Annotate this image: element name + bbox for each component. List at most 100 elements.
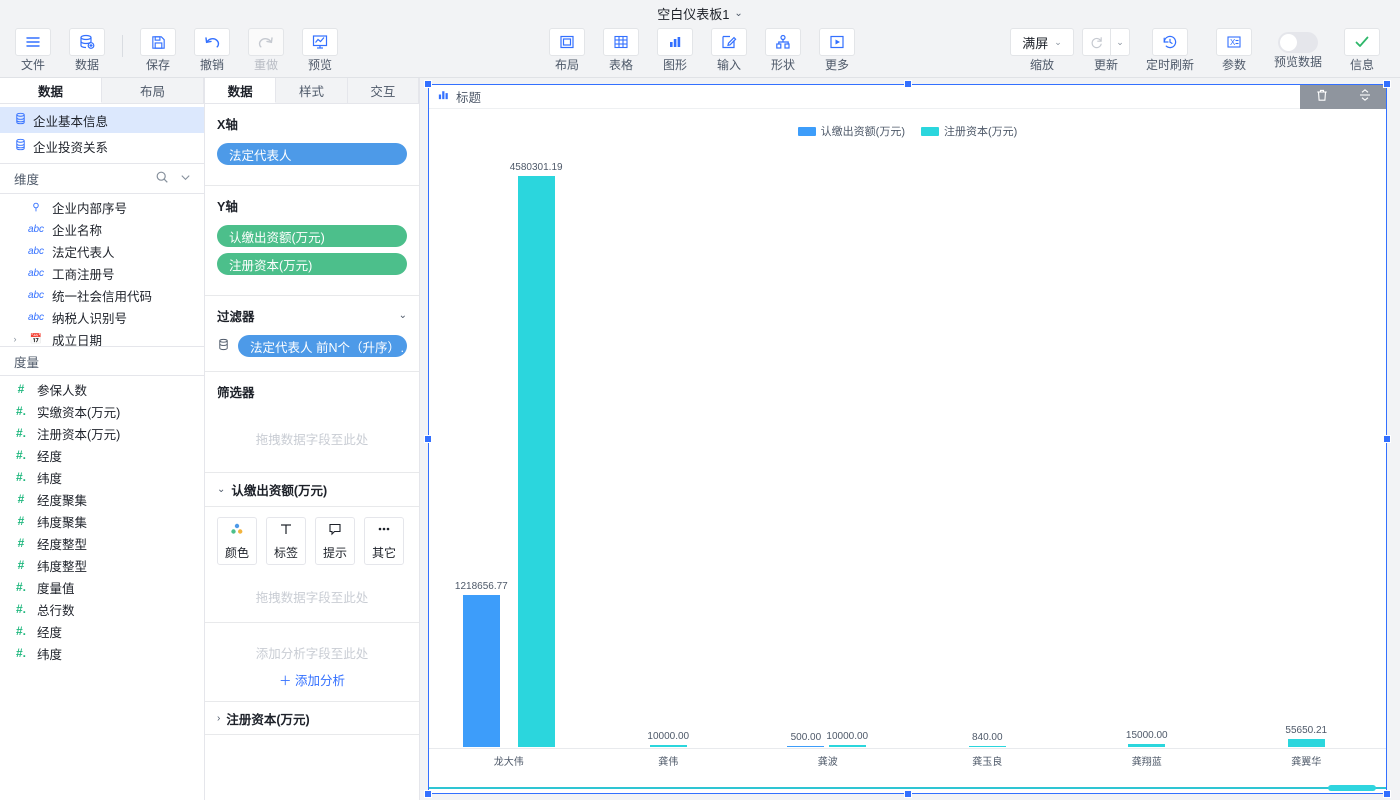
config-tab-interaction[interactable]: 交互 [347,78,419,103]
selector-drop-hint[interactable]: 拖拽数据字段至此处 [217,411,407,458]
mark-drop-hint[interactable]: 拖拽数据字段至此处 [205,569,419,623]
dataset-item-enterprise-investment[interactable]: 企业投资关系 [0,133,204,159]
bar-rect[interactable] [462,595,500,747]
measure-field[interactable]: #. 纬度 [0,466,204,488]
legend-item-0[interactable]: 认缴出资额(万元) [797,123,905,139]
toolbar-button-input[interactable]: 输入 [702,27,756,72]
mark-button-other[interactable]: 其它 [364,517,404,565]
dimension-field[interactable]: abc 企业名称 [0,218,204,240]
dimension-field[interactable]: abc 统一社会信用代码 [0,284,204,306]
measure-field[interactable]: # 经度聚集 [0,488,204,510]
chart-card[interactable]: 标题 认缴出资额(万元) 注册资本(万元) 1218656.77 4580301… [424,80,1391,798]
delete-icon[interactable] [1315,88,1329,107]
toolbar-button-chart[interactable]: 图形 [648,27,702,72]
legend-item-1[interactable]: 注册资本(万元) [921,123,1017,139]
x-axis-field-pill[interactable]: 法定代表人 [217,143,407,165]
mark-section-header[interactable]: ⌄ 认缴出资额(万元) [205,473,419,507]
resize-handle-bottom-center[interactable] [903,790,912,798]
toolbar-button-save[interactable]: 保存 [131,27,185,72]
toolbar-button-info[interactable]: 信息 [1330,27,1394,72]
y-axis-field-pill[interactable]: 注册资本(万元) [217,253,407,275]
toolbar-button-redo[interactable]: 重做 [239,27,293,72]
dimension-field[interactable]: abc 法定代表人 [0,240,204,262]
resize-handle-top-center[interactable] [903,80,912,88]
toolbar-button-data[interactable]: 数据 [60,27,114,72]
dataset-item-enterprise-basic[interactable]: 企业基本信息 [0,107,204,133]
config-tab-style[interactable]: 样式 [276,78,348,103]
measure-field[interactable]: # 纬度聚集 [0,510,204,532]
mark-button-tooltip[interactable]: 提示 [315,517,355,565]
chevron-down-icon[interactable]: ⌄ [399,310,407,321]
bar-group-3[interactable]: 840.00 [908,145,1068,747]
chevron-down-icon[interactable]: ⌄ [1110,28,1130,56]
measure-field[interactable]: #. 经度 [0,444,204,466]
measure-field[interactable]: #. 实缴资本(万元) [0,400,204,422]
bar-item[interactable]: 500.00 [787,145,825,747]
bar-item[interactable]: 55650.21 [1285,145,1327,747]
bar-group-1[interactable]: 10000.00 [589,145,749,747]
bar-item[interactable]: 1218656.77 [455,145,508,747]
config-tab-data[interactable]: 数据 [205,78,277,103]
measure-field[interactable]: # 经度整型 [0,532,204,554]
dimension-field[interactable]: ⚲ 企业内部序号 [0,196,204,218]
chart-plot-area[interactable]: 1218656.77 4580301.19 10000.00 500.00 10… [429,145,1386,793]
measure-field[interactable]: #. 总行数 [0,598,204,620]
toolbar-button-preview-data[interactable]: 预览数据 [1266,27,1330,69]
sidebar-tab-layout[interactable]: 布局 [102,78,204,103]
measure-field[interactable]: #. 度量值 [0,576,204,598]
bar-item[interactable]: 10000.00 [647,145,689,747]
chart-card-title[interactable]: 标题 [456,87,481,106]
scrollbar-thumb[interactable] [1328,785,1376,791]
y-axis-field-pill[interactable]: 认缴出资额(万元) [217,225,407,247]
scrollbar-track[interactable] [429,787,1386,789]
expand-arrow-icon[interactable]: › [10,334,20,344]
bar-rect[interactable] [1287,739,1325,747]
dimension-field[interactable]: abc 纳税人识别号 [0,306,204,328]
search-icon[interactable] [155,170,169,187]
dimension-field[interactable]: abc 工商注册号 [0,262,204,284]
bar-group-5[interactable]: 55650.21 [1227,145,1387,747]
resize-handle-left[interactable] [424,435,432,443]
toolbar-button-table[interactable]: 表格 [594,27,648,72]
dimension-field[interactable]: › 📅 成立日期 [0,328,204,347]
resize-handle-bottom-left[interactable] [424,790,432,798]
filter-field-pill[interactable]: 法定代表人 前N个（升序）… [238,335,407,357]
resize-handle-top-right[interactable] [1383,80,1391,88]
refresh-split-button[interactable]: ⌄ [1082,28,1130,56]
resize-handle-bottom-right[interactable] [1383,790,1391,798]
toolbar-button-timer-refresh[interactable]: 定时刷新 [1138,27,1202,72]
measure-field[interactable]: #. 经度 [0,620,204,642]
mark-button-label[interactable]: 标签 [266,517,306,565]
resize-handle-right[interactable] [1383,435,1391,443]
toolbar-button-refresh[interactable]: ⌄ 更新 [1074,27,1138,72]
measure-field[interactable]: # 纬度整型 [0,554,204,576]
preview-data-toggle[interactable] [1278,32,1318,53]
measure-field[interactable]: #. 纬度 [0,642,204,664]
bar-item[interactable]: 4580301.19 [510,145,563,747]
bar-group-2[interactable]: 500.00 10000.00 [748,145,908,747]
toolbar-button-preview[interactable]: 预览 [293,27,347,72]
measure-field[interactable]: #. 注册资本(万元) [0,422,204,444]
toolbar-button-zoom[interactable]: 满屏 ⌄ 缩放 [1010,27,1074,72]
filter-list-icon[interactable] [217,338,230,354]
bar-item[interactable]: 15000.00 [1126,145,1168,747]
toolbar-button-layout[interactable]: 布局 [540,27,594,72]
toolbar-button-file[interactable]: 文件 [6,27,60,72]
add-analysis-button[interactable]: ＋ 添加分析 [205,662,419,701]
resize-handle-top-left[interactable] [424,80,432,88]
bar-item[interactable]: 10000.00 [826,145,868,747]
analysis-drop-hint[interactable]: 添加分析字段至此处 [205,623,419,662]
toolbar-button-params[interactable]: X 参数 [1202,27,1266,72]
mark-button-color[interactable]: 颜色 [217,517,257,565]
dimension-field-list[interactable]: ⚲ 企业内部序号 abc 企业名称 abc 法定代表人 abc 工商注册号 abc 统一社… [0,194,204,347]
measure-field[interactable]: # 参保人数 [0,378,204,400]
toolbar-button-shape[interactable]: 形状 [756,27,810,72]
swap-icon[interactable] [1358,88,1372,107]
dashboard-canvas[interactable]: 标题 认缴出资额(万元) 注册资本(万元) 1218656.77 4580301… [420,78,1400,800]
toolbar-button-undo[interactable]: 撤销 [185,27,239,72]
sidebar-tab-data[interactable]: 数据 [0,78,102,103]
chevron-down-icon[interactable] [179,171,192,187]
bar-item[interactable]: 840.00 [968,145,1006,747]
bar-group-0[interactable]: 1218656.77 4580301.19 [429,145,589,747]
measure-field-list[interactable]: # 参保人数 #. 实缴资本(万元) #. 注册资本(万元) #. 经度 #. 纬度 # 经… [0,376,204,800]
